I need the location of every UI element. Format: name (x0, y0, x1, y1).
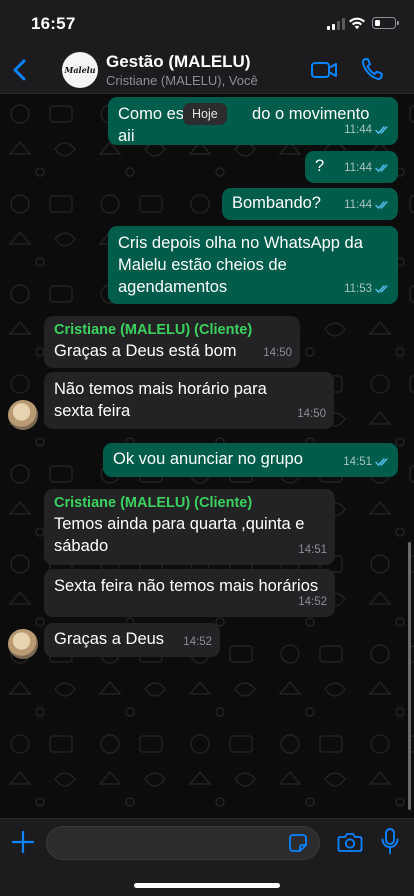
sticker-icon[interactable] (288, 833, 308, 853)
message-bubble-outgoing[interactable]: Como es do o movimento aii 11:44 (108, 97, 398, 145)
sender-avatar[interactable] (8, 400, 38, 430)
group-avatar[interactable]: Malelu (62, 52, 98, 88)
message-bubble-outgoing[interactable]: Cris depois olha no WhatsApp da Malelu e… (108, 226, 398, 304)
message-time: 11:44 (344, 199, 372, 211)
message-time: 11:44 (344, 162, 372, 174)
wifi-icon (349, 17, 365, 30)
message-bubble-outgoing[interactable]: Ok vou anunciar no grupo 14:51 (103, 443, 398, 477)
phone-icon[interactable] (360, 56, 384, 82)
double-check-icon (375, 458, 388, 467)
message-bubble-incoming[interactable]: Não temos mais horário para sexta feira … (44, 372, 334, 429)
chat-header: Malelu Gestão (MALELU) Cristiane (MALELU… (0, 46, 414, 94)
double-check-icon (375, 201, 388, 210)
double-check-icon (375, 164, 388, 173)
message-text: Ok vou anunciar no grupo (113, 450, 303, 468)
message-text: Graças a Deus está bom (54, 342, 237, 360)
group-participants[interactable]: Cristiane (MALELU), Você (106, 73, 258, 88)
sender-avatar[interactable] (8, 629, 38, 659)
camera-icon[interactable] (337, 831, 363, 853)
double-check-icon (375, 285, 388, 294)
message-text: Bombando? (232, 194, 321, 212)
group-logo: Malelu (64, 65, 96, 75)
scrollbar[interactable] (408, 542, 411, 810)
message-time: 14:51 (343, 456, 372, 468)
chat-area[interactable]: Como es do o movimento aii 11:44 Hoje ? 1… (0, 94, 414, 818)
message-time: 11:53 (344, 283, 372, 295)
status-bar: 16:57 (0, 0, 414, 46)
status-time: 16:57 (31, 14, 76, 33)
message-text: Temos ainda para quarta ,quinta e sábado (54, 515, 305, 555)
message-bubble-outgoing[interactable]: ? 11:44 (305, 151, 398, 183)
message-text: Cris depois olha no WhatsApp da Malelu e… (118, 234, 363, 296)
group-title[interactable]: Gestão (MALELU) (106, 52, 251, 72)
video-call-icon[interactable] (310, 58, 338, 82)
message-time: 14:51 (298, 544, 327, 556)
microphone-icon[interactable] (380, 827, 400, 855)
message-bubble-outgoing[interactable]: Bombando? 11:44 (222, 188, 398, 220)
message-bubble-incoming[interactable]: Cristiane (MALELU) (Cliente) Temos ainda… (44, 489, 335, 565)
message-bubble-incoming[interactable]: Sexta feira não temos mais horários 14:5… (44, 569, 335, 617)
message-time: 11:44 (344, 124, 372, 136)
date-separator: Hoje (183, 103, 227, 125)
double-check-icon (375, 126, 388, 135)
message-time: 14:52 (183, 636, 212, 648)
sender-name[interactable]: Cristiane (MALELU) (Cliente) (54, 493, 325, 513)
plus-icon[interactable] (11, 830, 35, 854)
cellular-signal-icon (327, 18, 345, 30)
message-time: 14:52 (298, 596, 327, 608)
message-time: 14:50 (263, 347, 292, 359)
input-bar (0, 818, 414, 896)
message-text: Não temos mais horário para sexta feira (54, 380, 267, 420)
message-text: Graças a Deus (54, 630, 165, 648)
message-text: ? (315, 157, 325, 175)
message-text-start: Como es (118, 105, 185, 123)
battery-icon (372, 17, 399, 29)
home-indicator[interactable] (134, 883, 280, 888)
message-time: 14:50 (297, 408, 326, 420)
message-bubble-incoming[interactable]: Cristiane (MALELU) (Cliente) Graças a De… (44, 316, 300, 368)
sender-name[interactable]: Cristiane (MALELU) (Cliente) (54, 320, 290, 340)
battery-level (374, 19, 380, 26)
message-input[interactable] (46, 826, 320, 860)
message-bubble-incoming[interactable]: Graças a Deus 14:52 (44, 623, 220, 657)
back-chevron-icon[interactable] (8, 54, 36, 86)
message-text: Sexta feira não temos mais horários (54, 577, 319, 595)
